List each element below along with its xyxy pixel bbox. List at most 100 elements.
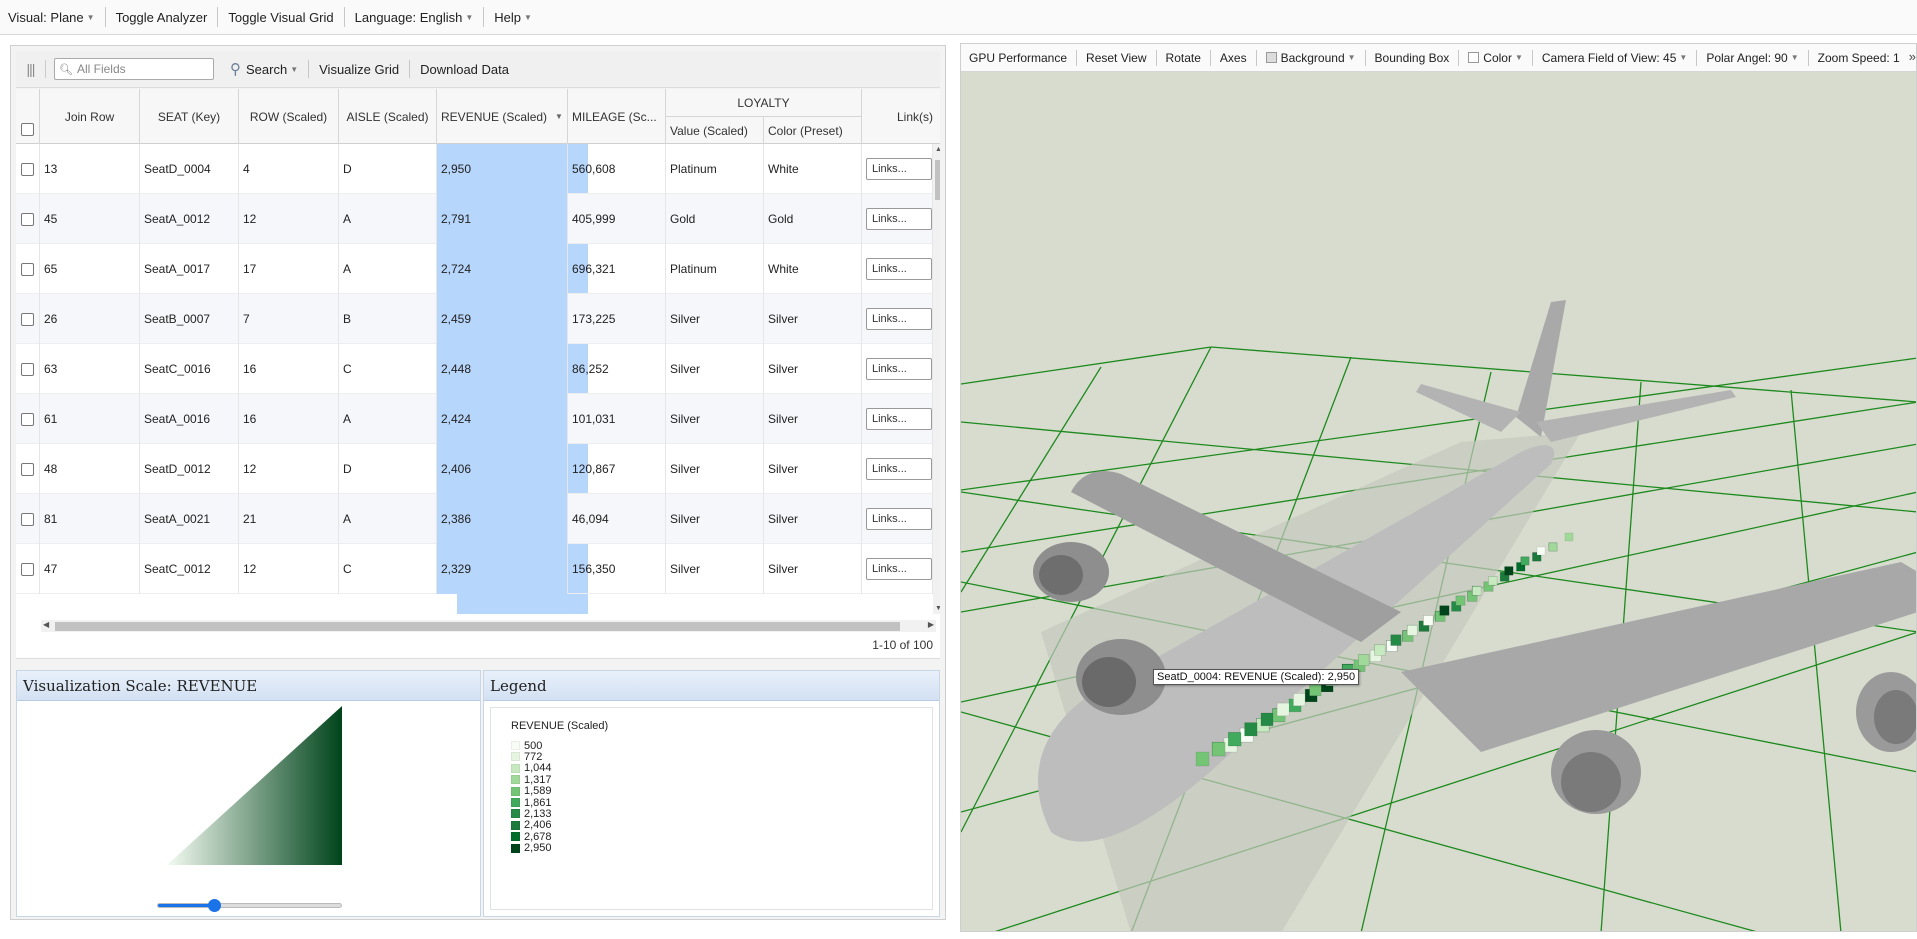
background-menu[interactable]: Background ▼ <box>1257 49 1366 66</box>
scroll-up-icon[interactable]: ▲ <box>935 146 940 153</box>
links-button[interactable]: Links... <box>866 308 932 330</box>
row-checkbox[interactable] <box>21 162 34 176</box>
links-button[interactable]: Links... <box>866 458 932 480</box>
legend-swatch <box>511 832 520 842</box>
table-row[interactable]: 61 SeatA_0016 16 A 2,424 101,031 Silver Silver L… <box>16 394 933 444</box>
reset-view-button[interactable]: Reset View <box>1077 49 1157 66</box>
row-checkbox[interactable] <box>21 362 34 376</box>
row-checkbox[interactable] <box>21 262 34 276</box>
links-button[interactable]: Links... <box>866 208 932 230</box>
help-menu[interactable]: Help ▼ <box>484 7 542 27</box>
table-row[interactable]: 81 SeatA_0021 21 A 2,386 46,094 Silver Silver Li… <box>16 494 933 544</box>
row-checkbox-cell <box>16 244 40 294</box>
header-mileage[interactable]: MILEAGE (Sc... <box>568 89 666 144</box>
seat-marker[interactable] <box>1423 615 1434 626</box>
seat-marker[interactable] <box>1228 732 1242 747</box>
cell-aisle: C <box>339 544 437 594</box>
seat-marker[interactable] <box>1472 586 1482 596</box>
row-checkbox[interactable] <box>21 212 34 226</box>
horizontal-scrollbar[interactable]: ◀ ▶ <box>41 620 936 632</box>
vertical-scroll-thumb[interactable] <box>935 160 940 200</box>
language-menu[interactable]: Language: English ▼ <box>345 7 485 27</box>
links-button[interactable]: Links... <box>866 558 932 580</box>
scroll-right-icon[interactable]: ▶ <box>928 620 934 629</box>
seat-marker[interactable] <box>1358 654 1370 666</box>
header-seat[interactable]: SEAT (Key) <box>140 89 239 144</box>
3d-scene[interactable]: SeatD_0004: REVENUE (Scaled): 2,950 <box>961 72 1917 932</box>
header-revenue[interactable]: REVENUE (Scaled) ▼ <box>437 89 568 144</box>
table-row[interactable]: 26 SeatB_0007 7 B 2,459 173,225 Silver Silver Li… <box>16 294 933 344</box>
color-menu[interactable]: Color ▼ <box>1459 49 1533 66</box>
row-checkbox[interactable] <box>21 412 34 426</box>
seat-marker[interactable] <box>1488 576 1498 586</box>
seat-marker[interactable] <box>1504 566 1514 576</box>
seat-marker[interactable] <box>1564 532 1574 542</box>
vertical-scrollbar[interactable]: ▲ ▼ <box>933 144 940 614</box>
scale-slider-handle[interactable] <box>207 899 221 912</box>
row-checkbox[interactable] <box>21 512 34 526</box>
download-data-button[interactable]: Download Data <box>410 60 519 78</box>
visual-menu[interactable]: Visual: Plane ▼ <box>6 7 106 27</box>
seat-marker[interactable] <box>1390 634 1402 646</box>
bounding-box-button[interactable]: Bounding Box <box>1366 49 1460 66</box>
header-loyalty-color[interactable]: Color (Preset) <box>764 117 862 144</box>
seat-marker[interactable] <box>1455 595 1466 606</box>
visualize-grid-button[interactable]: Visualize Grid <box>309 60 411 78</box>
toggle-analyzer-button[interactable]: Toggle Analyzer <box>106 7 219 27</box>
links-button[interactable]: Links... <box>866 258 932 280</box>
seat-marker[interactable] <box>1520 556 1530 566</box>
row-checkbox[interactable] <box>21 462 34 476</box>
rotate-button[interactable]: Rotate <box>1157 49 1211 66</box>
header-row[interactable]: ROW (Scaled) <box>239 89 339 144</box>
seat-marker[interactable] <box>1195 751 1210 767</box>
header-join-row[interactable]: Join Row <box>40 89 140 144</box>
color-checkbox[interactable] <box>1468 52 1480 63</box>
polar-angle-menu[interactable]: Polar Angel: 90 ▼ <box>1697 49 1809 66</box>
legend-swatch <box>511 843 520 853</box>
legend-item: 2,950 <box>511 842 552 855</box>
search-input[interactable]: 🔍︎ All Fields <box>54 58 214 80</box>
seat-marker[interactable] <box>1374 644 1386 656</box>
links-button[interactable]: Links... <box>866 508 932 530</box>
3d-scene-canvas[interactable] <box>961 72 1917 932</box>
toggle-visual-grid-button[interactable]: Toggle Visual Grid <box>218 7 345 27</box>
camera-fov-menu[interactable]: Camera Field of View: 45 ▼ <box>1533 49 1698 66</box>
links-button[interactable]: Links... <box>866 158 932 180</box>
visualization-scale-title: Visualization Scale: REVENUE <box>17 671 480 701</box>
header-loyalty-value[interactable]: Value (Scaled) <box>666 117 764 144</box>
seat-marker[interactable] <box>1407 625 1418 636</box>
seat-marker[interactable] <box>1244 722 1258 737</box>
seat-marker[interactable] <box>1277 703 1290 717</box>
table-row[interactable]: 13 SeatD_0004 4 D 2,950 560,608 Platinum White L… <box>16 144 933 194</box>
zoom-speed-menu[interactable]: Zoom Speed: 1 <box>1809 50 1909 66</box>
cell-join: 45 <box>40 194 140 244</box>
gpu-performance-button[interactable]: GPU Performance <box>969 49 1078 66</box>
seat-marker[interactable] <box>1309 683 1322 696</box>
table-row[interactable]: 63 SeatC_0016 16 C 2,448 86,252 Silver Silver Li… <box>16 344 933 394</box>
row-checkbox[interactable] <box>21 312 34 326</box>
search-button[interactable]: ⚲ Search ▼ <box>220 60 310 78</box>
scale-slider[interactable] <box>157 899 342 912</box>
select-all-checkbox[interactable] <box>21 123 34 136</box>
table-row[interactable]: 45 SeatA_0012 12 A 2,791 405,999 Gold Gold Links… <box>16 194 933 244</box>
axes-button[interactable]: Axes <box>1211 49 1257 66</box>
header-links[interactable]: Link(s) <box>862 89 933 144</box>
seat-marker[interactable] <box>1536 546 1546 556</box>
columns-icon[interactable]: ||| <box>16 60 46 78</box>
row-checkbox[interactable] <box>21 562 34 576</box>
table-row[interactable]: 48 SeatD_0012 12 D 2,406 120,867 Silver Silver L… <box>16 444 933 494</box>
seat-marker[interactable] <box>1548 542 1558 552</box>
scroll-left-icon[interactable]: ◀ <box>43 620 49 629</box>
scroll-down-icon[interactable]: ▼ <box>935 605 940 612</box>
horizontal-scroll-thumb[interactable] <box>55 622 900 631</box>
seat-marker[interactable] <box>1293 693 1306 706</box>
overflow-chevron-icon[interactable]: » <box>1906 49 1916 64</box>
links-button[interactable]: Links... <box>866 358 932 380</box>
table-row[interactable]: 47 SeatC_0012 12 C 2,329 156,350 Silver Silver L… <box>16 544 933 594</box>
links-button[interactable]: Links... <box>866 408 932 430</box>
seat-marker[interactable] <box>1439 605 1450 616</box>
seat-marker[interactable] <box>1212 742 1226 757</box>
header-aisle[interactable]: AISLE (Scaled) <box>339 89 437 144</box>
table-row[interactable]: 65 SeatA_0017 17 A 2,724 696,321 Platinum White… <box>16 244 933 294</box>
seat-marker[interactable] <box>1260 712 1274 727</box>
